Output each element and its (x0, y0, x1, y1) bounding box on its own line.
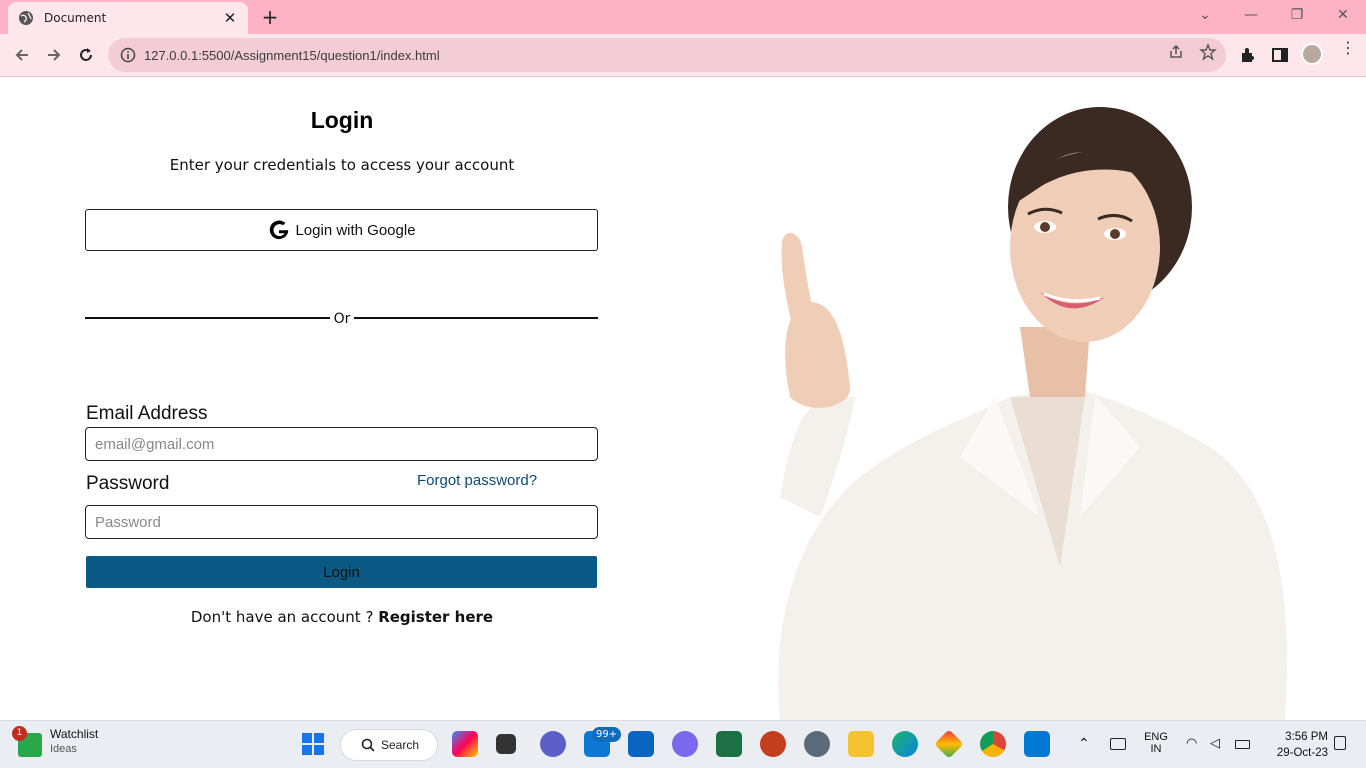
close-tab-icon[interactable]: ✕ (222, 9, 238, 27)
clock-time: 3:56 PM (1285, 731, 1328, 743)
forgot-password-link[interactable]: Forgot password? (417, 472, 537, 489)
page-title: Login (310, 107, 374, 133)
register-prompt: Don't have an account ? Register here (86, 608, 598, 626)
password-label: Password (86, 473, 170, 494)
vscode-icon[interactable] (1024, 731, 1050, 757)
tab-title: Document (44, 11, 107, 25)
bookmark-star-icon[interactable] (1199, 43, 1217, 61)
wifi-icon[interactable]: ◠ (1186, 735, 1197, 751)
back-button[interactable] (10, 43, 34, 67)
url-text: 127.0.0.1:5500/Assignment15/question1/in… (144, 47, 440, 63)
globe-icon (19, 11, 33, 25)
browser-tab[interactable]: Document ✕ (8, 2, 248, 34)
language-code: ENG (1144, 731, 1168, 743)
woman-pointing-illustration (778, 107, 1288, 720)
forward-button[interactable] (42, 43, 66, 67)
teams-meet-icon[interactable] (540, 731, 566, 757)
task-view-icon[interactable] (496, 734, 516, 754)
arrow-left-icon (15, 49, 28, 61)
windows-taskbar: 1 Watchlist Ideas Search 99+ ⌃ ENG IN ◠ … (0, 720, 1366, 768)
app-store-icon[interactable] (934, 729, 964, 759)
excel-icon[interactable] (716, 731, 742, 757)
language-indicator[interactable]: ENG IN (1140, 731, 1172, 755)
notification-icon[interactable] (1334, 736, 1346, 750)
file-explorer-icon[interactable] (848, 731, 874, 757)
profile-avatar[interactable] (1301, 43, 1323, 65)
share-icon[interactable] (1167, 43, 1185, 61)
minimize-button[interactable]: — (1236, 4, 1266, 26)
tab-search-icon[interactable]: ⌄ (1190, 4, 1220, 26)
arrow-right-icon (48, 49, 61, 61)
google-icon (270, 220, 289, 240)
outlook-icon[interactable] (628, 731, 654, 757)
start-windows-icon[interactable] (300, 731, 326, 757)
settings-gear-icon[interactable] (804, 731, 830, 757)
reload-icon (80, 48, 92, 61)
password-field[interactable] (85, 505, 598, 539)
kebab-menu-icon[interactable]: ⋮ (1340, 40, 1356, 56)
copilot-icon[interactable] (452, 731, 478, 757)
clock-date: 29-Oct-23 (1276, 747, 1328, 759)
new-tab-button[interactable]: + (258, 5, 282, 29)
mail-badge: 99+ (592, 727, 622, 742)
watchlist-icon: 1 (12, 726, 42, 757)
email-label: Email Address (86, 403, 208, 424)
notification-badge: 1 (12, 726, 27, 741)
reload-button[interactable] (74, 43, 98, 67)
address-bar[interactable]: 127.0.0.1:5500/Assignment15/question1/in… (108, 38, 1226, 72)
register-prompt-text: Don't have an account ? (190, 608, 379, 626)
login-with-google-button[interactable]: Login with Google (85, 209, 598, 251)
volume-icon[interactable]: ◁ (1210, 735, 1220, 751)
chrome-icon[interactable] (980, 731, 1006, 757)
taskbar-search[interactable]: Search (340, 729, 438, 761)
search-icon (361, 738, 375, 752)
login-button[interactable]: Login (86, 556, 597, 588)
email-field[interactable] (85, 427, 598, 461)
region-code: IN (1150, 743, 1162, 755)
browser-titlebar: Document ✕ + ⌄ — ❐ ✕ (0, 0, 1366, 34)
divider-text: Or (330, 311, 354, 327)
widget-title: Watchlist (50, 727, 99, 741)
register-link[interactable]: Register here (378, 608, 493, 626)
site-info-icon[interactable] (120, 47, 136, 63)
edge-icon[interactable] (892, 731, 918, 757)
show-hidden-icons[interactable]: ⌃ (1078, 735, 1090, 752)
system-clock[interactable]: 3:56 PM 29-Oct-23 (1262, 729, 1328, 761)
extensions-icon[interactable] (1239, 46, 1257, 64)
close-window-button[interactable]: ✕ (1328, 4, 1358, 26)
browser-toolbar: 127.0.0.1:5500/Assignment15/question1/in… (0, 34, 1366, 77)
side-panel-icon[interactable] (1271, 46, 1289, 64)
widgets-button[interactable]: 1 Watchlist Ideas (12, 726, 99, 757)
page-subtitle: Enter your credentials to access your ac… (169, 156, 515, 174)
search-label: Search (381, 738, 420, 752)
m365-icon[interactable] (672, 731, 698, 757)
widget-subtitle: Ideas (50, 743, 77, 755)
powerpoint-icon[interactable] (760, 731, 786, 757)
google-button-label: Login with Google (295, 221, 416, 239)
pen-tablet-icon[interactable] (1110, 738, 1126, 750)
restore-button[interactable]: ❐ (1282, 4, 1312, 26)
battery-icon[interactable] (1235, 740, 1250, 749)
page-content: Login Enter your credentials to access y… (0, 77, 1366, 720)
